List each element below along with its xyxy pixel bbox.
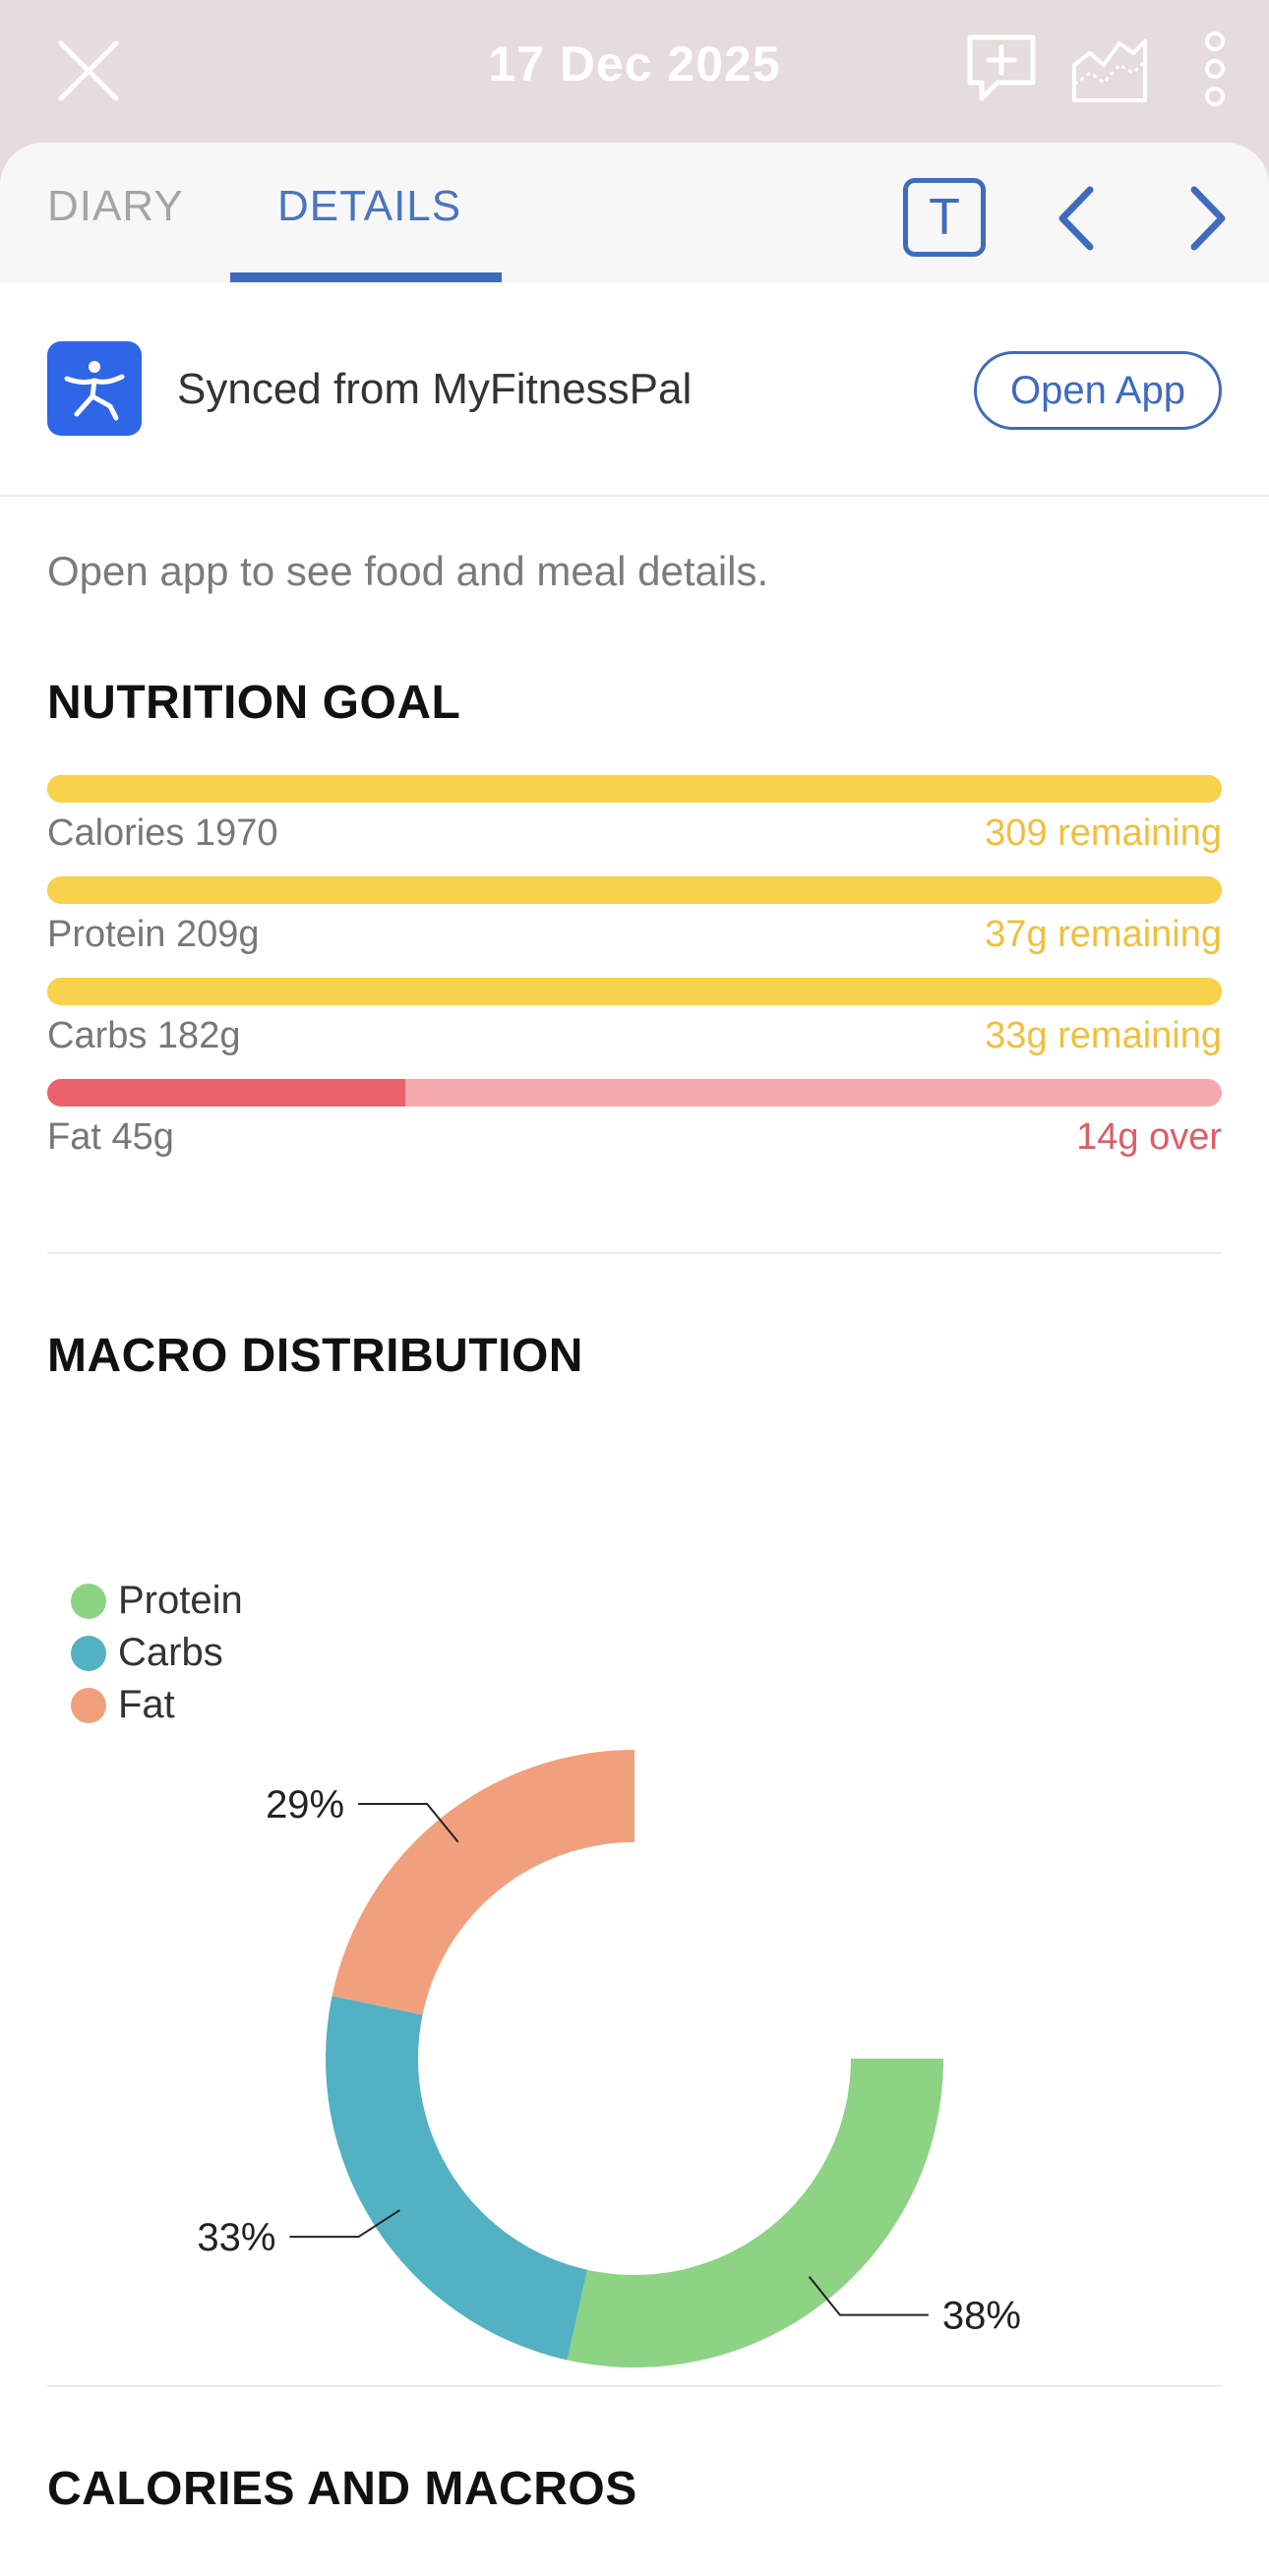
- calories-and-macros-heading: CALORIES AND MACROS: [47, 2463, 637, 2515]
- details-sheet: DIARY DETAILS T Synced from MyFitnessPal…: [0, 143, 1269, 2576]
- section-divider: [47, 1252, 1222, 1254]
- text-mode-button[interactable]: T: [903, 178, 986, 257]
- goal-row-protein: Protein 209g 37g remaining: [47, 876, 1222, 955]
- donut-slice-protein: [567, 2059, 943, 2367]
- legend-dot: [71, 1636, 106, 1671]
- legend-item-protein: Protein: [71, 1575, 243, 1627]
- legend-dot: [71, 1688, 106, 1723]
- goal-status: 14g over: [1076, 1116, 1222, 1158]
- trend-chart-icon[interactable]: [1070, 30, 1149, 108]
- sync-source-text: Synced from MyFitnessPal: [177, 365, 693, 413]
- donut-slice-fat: [332, 1750, 634, 2015]
- goal-label: Carbs 182g: [47, 1015, 241, 1056]
- tab-details[interactable]: DETAILS: [277, 182, 461, 231]
- goal-progress-bar: [47, 1079, 1222, 1107]
- tab-diary[interactable]: DIARY: [47, 182, 184, 231]
- goal-progress-bar: [47, 876, 1222, 904]
- goal-progress-fill: [47, 775, 1222, 803]
- goal-status: 33g remaining: [985, 1015, 1222, 1056]
- open-app-hint: Open app to see food and meal details.: [47, 548, 769, 594]
- donut-slice-carbs: [326, 1996, 588, 2361]
- top-bar: 17 Dec 2025: [0, 0, 1269, 143]
- myfitnesspal-logo: [47, 341, 142, 436]
- goal-label: Calories 1970: [47, 812, 278, 854]
- goal-row-fat: Fat 45g 14g over: [47, 1079, 1222, 1158]
- goal-progress-fill: [47, 876, 1222, 904]
- donut-value-label: 29%: [266, 1783, 344, 1827]
- goal-row-calories: Calories 1970 309 remaining: [47, 775, 1222, 854]
- more-vertical-icon[interactable]: [1190, 30, 1239, 108]
- legend-label: Carbs: [118, 1631, 223, 1674]
- active-tab-indicator: [230, 272, 502, 282]
- chevron-right-icon[interactable]: [1178, 184, 1238, 253]
- goal-progress-fill: [47, 1079, 406, 1107]
- runner-icon: [64, 361, 125, 421]
- legend-dot: [71, 1584, 106, 1619]
- macro-legend: Protein Carbs Fat: [71, 1575, 243, 1731]
- sync-row: Synced from MyFitnessPal Open App: [0, 282, 1269, 497]
- open-app-button[interactable]: Open App: [974, 351, 1222, 430]
- goal-label: Fat 45g: [47, 1116, 174, 1158]
- macro-donut-chart: 38% 33% 29%: [197, 1750, 1021, 2367]
- goal-row-carbs: Carbs 182g 33g remaining: [47, 978, 1222, 1056]
- goal-status: 309 remaining: [985, 812, 1222, 854]
- goal-progress-bar: [47, 978, 1222, 1005]
- legend-label: Protein: [118, 1579, 243, 1622]
- section-divider: [47, 2385, 1222, 2387]
- donut-value-label: 33%: [197, 2216, 275, 2259]
- goal-label: Protein 209g: [47, 914, 260, 955]
- goal-progress-fill: [47, 978, 1222, 1005]
- chevron-left-icon[interactable]: [1047, 184, 1106, 253]
- tab-bar: DIARY DETAILS T: [0, 143, 1269, 282]
- nutrition-goal-heading: NUTRITION GOAL: [47, 677, 461, 729]
- comment-add-icon[interactable]: [962, 30, 1041, 108]
- donut-value-label: 38%: [942, 2295, 1021, 2338]
- goal-status: 37g remaining: [985, 914, 1222, 955]
- goal-progress-bar: [47, 775, 1222, 803]
- legend-item-carbs: Carbs: [71, 1627, 243, 1679]
- macro-distribution-heading: MACRO DISTRIBUTION: [47, 1330, 583, 1382]
